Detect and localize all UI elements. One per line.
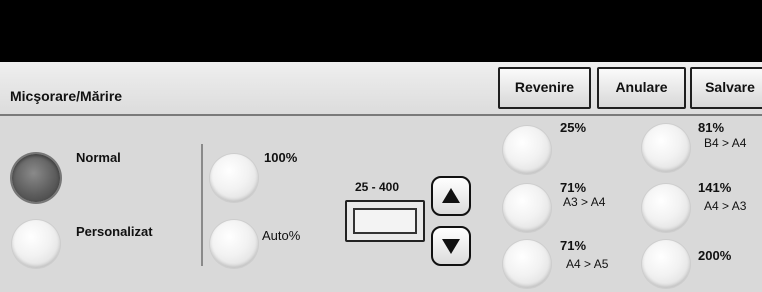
preset-200-radio[interactable] <box>642 240 690 288</box>
percent-input[interactable] <box>345 200 425 242</box>
percent-100-label: 100% <box>264 150 298 165</box>
percent-input-inner <box>353 208 417 234</box>
range-label: 25 - 400 <box>355 180 400 194</box>
header-bar: Micşorare/Mărire Revenire Anulare Salvar… <box>0 62 762 116</box>
divider <box>201 144 203 266</box>
revenire-button[interactable]: Revenire <box>498 67 591 109</box>
preset-71-a4a5-radio[interactable] <box>503 240 551 288</box>
percent-100-radio[interactable] <box>210 154 258 202</box>
preset-141-sub: A4 > A3 <box>704 199 747 213</box>
top-black-bar <box>0 0 762 62</box>
preset-71-a4a5-sub: A4 > A5 <box>566 257 609 271</box>
preset-25-label: 25% <box>560 120 587 135</box>
preset-81-label: 81% <box>698 120 725 135</box>
normal-radio[interactable] <box>12 154 60 202</box>
page-title: Micşorare/Mărire <box>10 88 123 104</box>
main-panel: Normal Personalizat 100% Auto% 25 - 400 … <box>0 116 762 292</box>
anulare-button[interactable]: Anulare <box>597 67 686 109</box>
preset-71-a3a4-label: 71% <box>560 180 587 195</box>
personalizat-radio[interactable] <box>12 220 60 268</box>
normal-label: Normal <box>76 150 121 165</box>
preset-25-radio[interactable] <box>503 126 551 174</box>
salvare-button[interactable]: Salvare <box>690 67 762 109</box>
preset-200-label: 200% <box>698 248 732 263</box>
decrease-button[interactable] <box>431 226 471 266</box>
preset-81-sub: B4 > A4 <box>704 136 747 150</box>
increase-button[interactable] <box>431 176 471 216</box>
arrow-up-icon <box>442 188 460 203</box>
auto-percent-radio[interactable] <box>210 220 258 268</box>
personalizat-label: Personalizat <box>76 224 153 239</box>
preset-141-label: 141% <box>698 180 732 195</box>
preset-71-a3a4-sub: A3 > A4 <box>563 195 606 209</box>
preset-71-a4a5-label: 71% <box>560 238 587 253</box>
preset-81-radio[interactable] <box>642 124 690 172</box>
preset-71-a3a4-radio[interactable] <box>503 184 551 232</box>
preset-141-radio[interactable] <box>642 184 690 232</box>
arrow-down-icon <box>442 239 460 254</box>
auto-percent-label: Auto% <box>262 228 301 243</box>
